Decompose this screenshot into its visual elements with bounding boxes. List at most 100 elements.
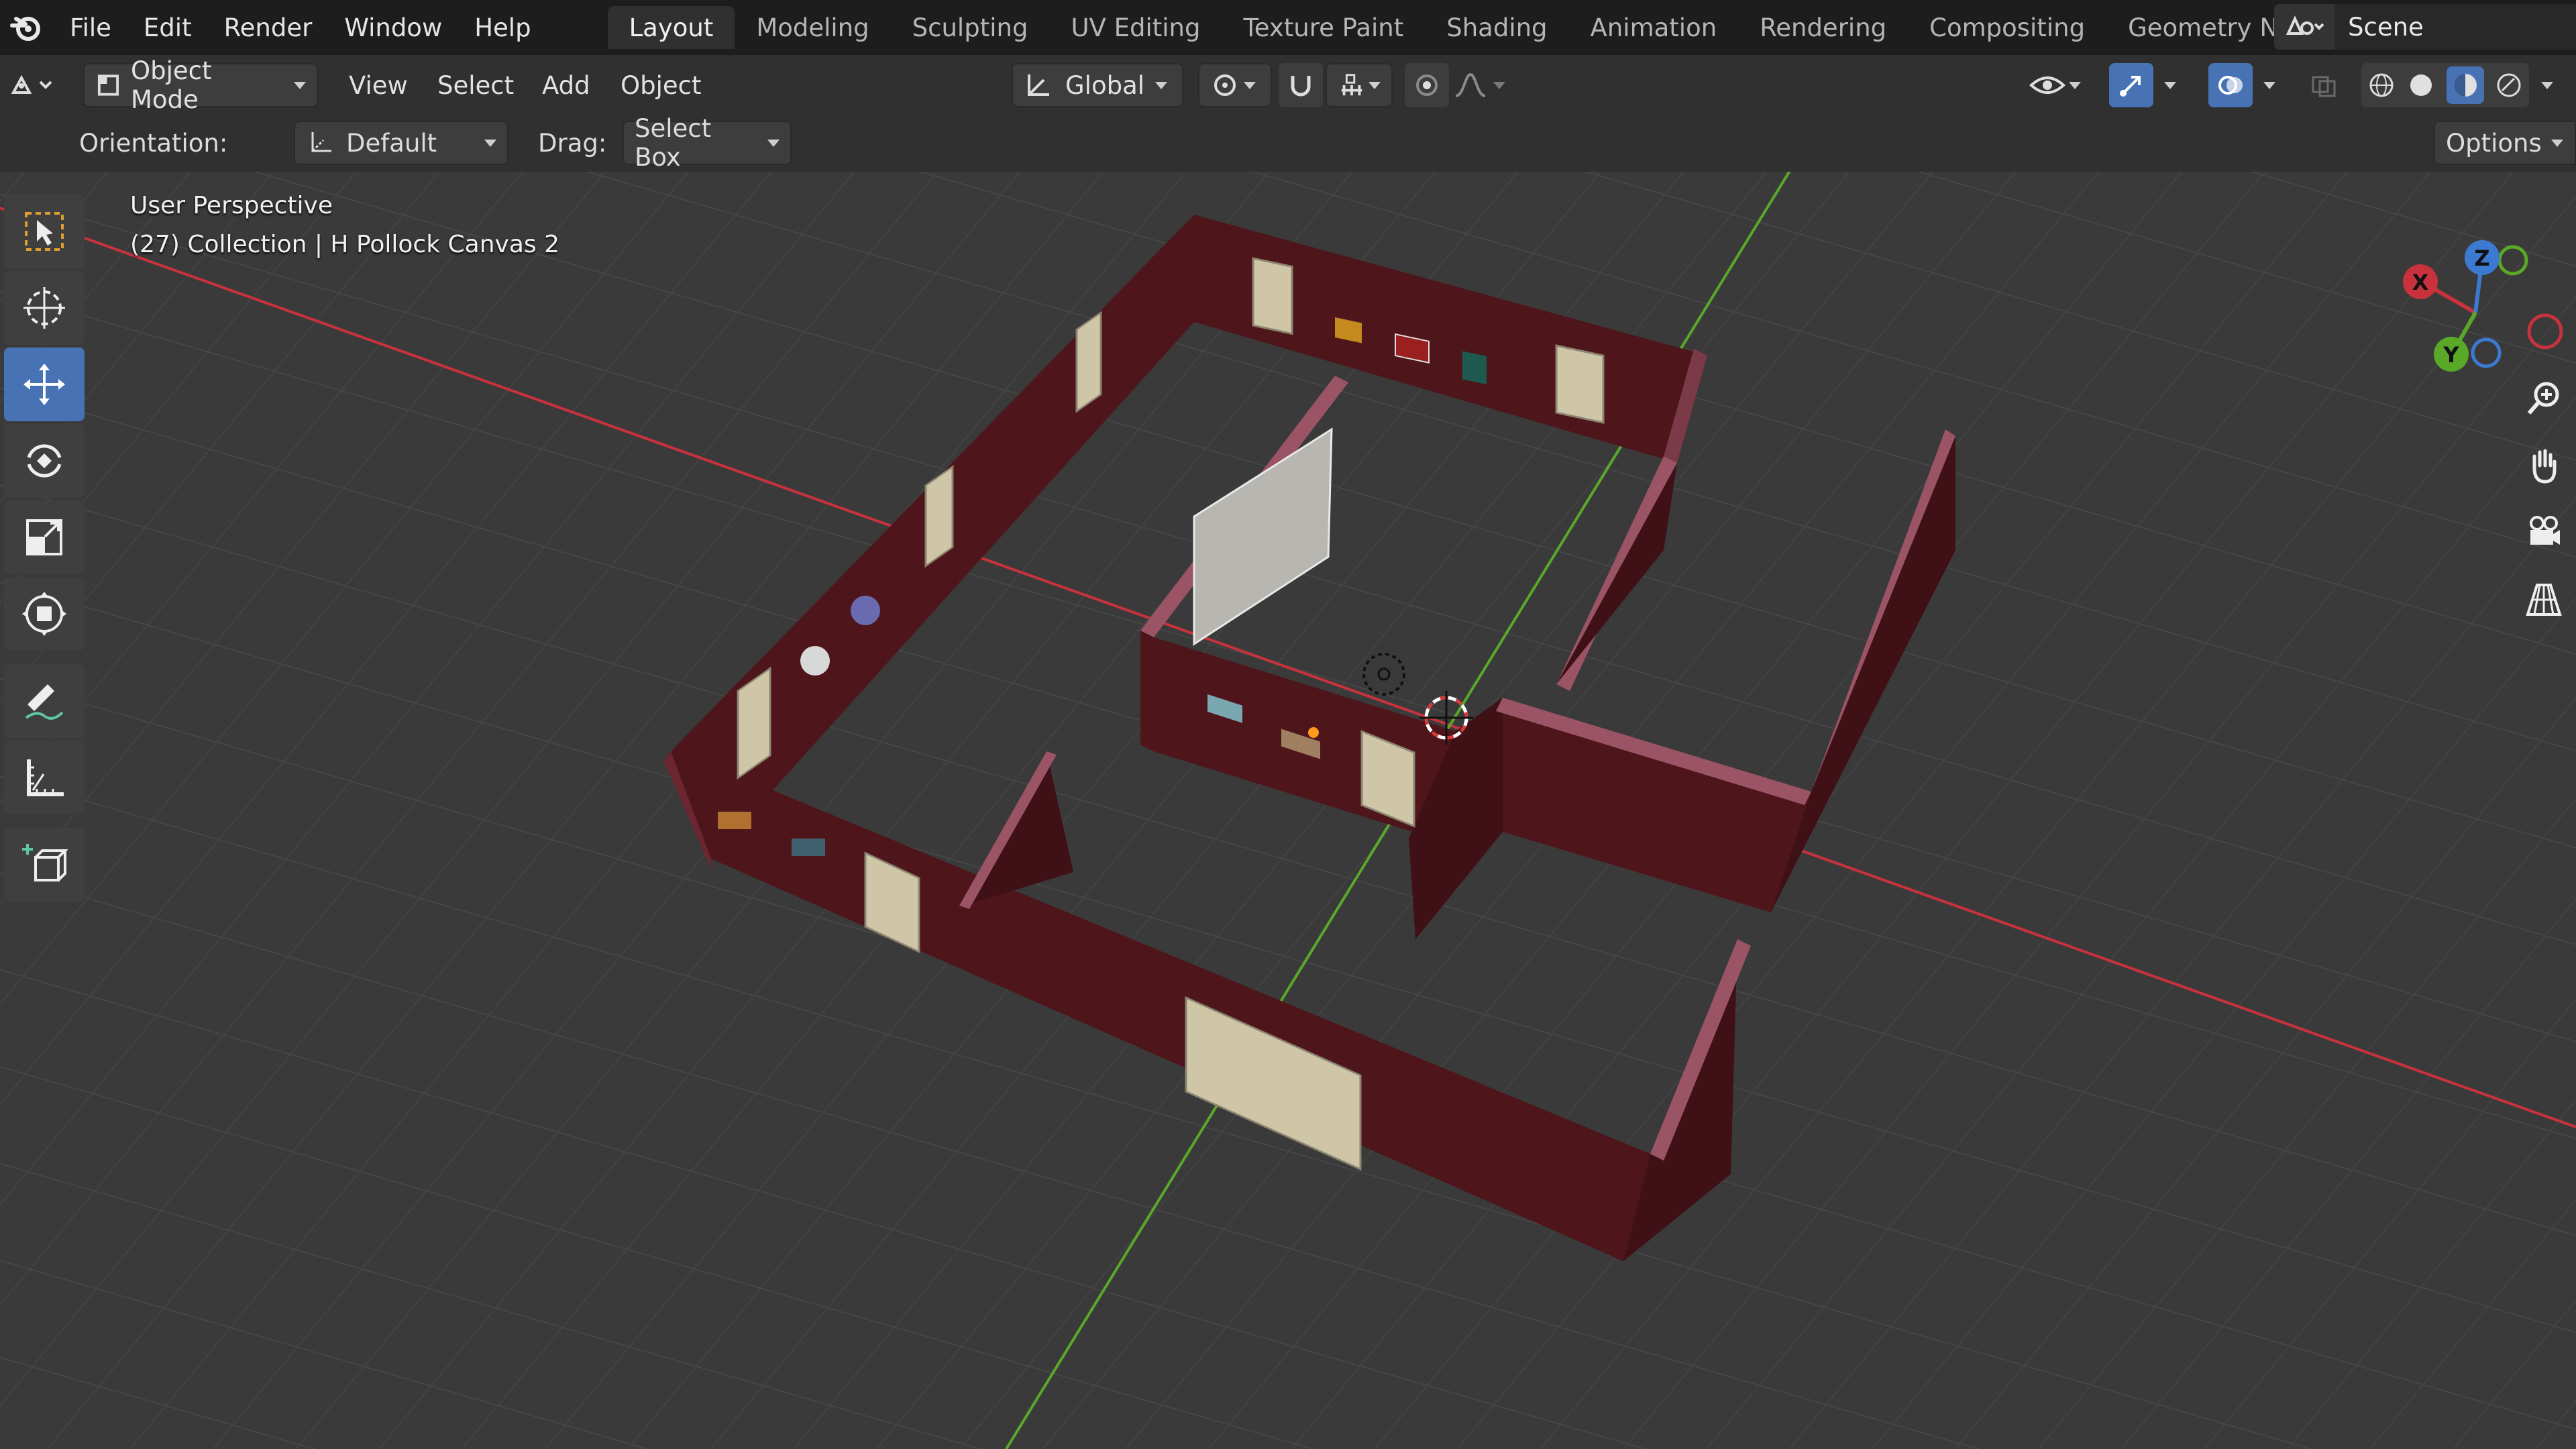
drag-label: Drag:	[538, 128, 607, 158]
annotate-tool[interactable]	[4, 664, 85, 738]
menu-file[interactable]: File	[54, 7, 127, 48]
tab-texture-paint[interactable]: Texture Paint	[1222, 6, 1425, 49]
chevron-down-icon	[2551, 139, 2563, 147]
cursor-icon	[23, 287, 65, 329]
falloff-curve-icon	[1455, 72, 1486, 97]
orientation-value: Default	[346, 128, 437, 158]
material-preview-shading-icon[interactable]	[2446, 66, 2484, 104]
overlays-icon	[2218, 76, 2243, 95]
cursor-tool[interactable]	[4, 271, 85, 345]
object-mode-icon	[97, 74, 119, 96]
tab-uv-editing[interactable]: UV Editing	[1049, 6, 1222, 49]
grid-perspective-icon	[2526, 584, 2562, 616]
overlays-toggle[interactable]	[2208, 63, 2253, 107]
add-cube-icon	[22, 844, 68, 881]
move-tool[interactable]	[4, 347, 85, 421]
scene-name[interactable]: Scene	[2334, 13, 2424, 42]
snap-target-dropdown[interactable]	[1326, 63, 1393, 107]
svg-text:X: X	[2412, 270, 2429, 295]
eye-icon	[2029, 76, 2065, 94]
svg-text:Z: Z	[2474, 246, 2489, 271]
menu-window[interactable]: Window	[328, 7, 458, 48]
visibility-dropdown[interactable]	[2029, 63, 2096, 107]
gizmo-dropdown[interactable]	[2157, 63, 2187, 107]
rotate-tool[interactable]	[4, 424, 85, 498]
xray-icon	[2312, 76, 2336, 97]
mode-label: Object Mode	[130, 56, 212, 114]
ruler-icon	[27, 759, 64, 796]
tab-shading[interactable]: Shading	[1425, 6, 1568, 49]
xray-toggle[interactable]	[2309, 63, 2349, 107]
chevron-down-icon	[484, 139, 496, 147]
proportional-editing-toggle[interactable]	[1405, 63, 1449, 107]
proportional-falloff-dropdown[interactable]	[1453, 63, 1513, 107]
drag-value: Select Box	[635, 114, 712, 172]
transform-tool[interactable]	[4, 577, 85, 651]
gizmo-icon	[2120, 76, 2141, 97]
viewport-3d[interactable]: User Perspective (27) Collection | H Pol…	[0, 172, 2576, 1449]
gizmo-toggle[interactable]	[2109, 63, 2153, 107]
view-name-label: User Perspective	[130, 192, 333, 219]
gizmo-neg-x[interactable]	[2527, 313, 2563, 350]
move-arrows-icon	[23, 364, 65, 405]
chevron-down-icon	[1368, 81, 1381, 89]
floor-grid	[0, 172, 2576, 1449]
editor-type-button[interactable]	[7, 63, 60, 107]
workspace-tabs: Layout Modeling Sculpting UV Editing Tex…	[607, 0, 2386, 55]
pan-button[interactable]	[2516, 437, 2572, 494]
view-menu[interactable]: View	[349, 63, 408, 107]
tab-layout[interactable]: Layout	[607, 6, 735, 49]
object-menu[interactable]: Object	[621, 63, 702, 107]
viewport-scene[interactable]	[0, 172, 2576, 1449]
menu-render[interactable]: Render	[208, 7, 329, 48]
rendered-shading-icon[interactable]	[2494, 70, 2524, 100]
scale-tool[interactable]	[4, 500, 85, 574]
solid-shading-icon[interactable]	[2406, 70, 2436, 100]
pencil-icon	[25, 684, 64, 720]
chevron-down-icon	[1155, 81, 1168, 89]
options-dropdown[interactable]: Options	[2434, 121, 2576, 165]
orientation-dropdown[interactable]: Default	[294, 121, 508, 165]
tab-sculpting[interactable]: Sculpting	[891, 6, 1050, 49]
blender-logo-icon[interactable]	[7, 8, 46, 47]
collection-info-label: (27) Collection | H Pollock Canvas 2	[130, 231, 559, 258]
snap-increment-icon	[1341, 74, 1362, 96]
options-label: Options	[2446, 128, 2542, 158]
drag-dropdown[interactable]: Select Box	[623, 114, 792, 172]
menu-edit[interactable]: Edit	[127, 7, 208, 48]
tool-shelf	[4, 195, 90, 904]
editor-type-icon	[11, 74, 52, 94]
magnet-icon	[1291, 76, 1311, 97]
origin-point	[1308, 727, 1319, 738]
add-menu[interactable]: Add	[542, 63, 590, 107]
tool-settings-bar: Orientation: Default Drag: Select Box Op…	[0, 114, 2576, 172]
overlays-dropdown[interactable]	[2257, 63, 2286, 107]
zoom-button[interactable]	[2516, 370, 2572, 427]
menu-help[interactable]: Help	[458, 7, 547, 48]
snap-toggle[interactable]	[1279, 63, 1323, 107]
select-box-tool[interactable]	[4, 195, 85, 268]
wireframe-shading-icon[interactable]	[2367, 70, 2396, 100]
mode-dropdown[interactable]: Object Mode	[83, 56, 318, 114]
tab-rendering[interactable]: Rendering	[1738, 6, 1908, 49]
select-menu[interactable]: Select	[437, 63, 514, 107]
chevron-down-icon	[1244, 81, 1256, 89]
add-cube-tool[interactable]	[4, 828, 85, 902]
transform-orientation-dropdown[interactable]: Global	[1012, 63, 1183, 107]
pivot-point-dropdown[interactable]	[1198, 63, 1272, 107]
navigation-gizmo[interactable]: X Z Y	[2388, 199, 2563, 373]
gizmo-neg-z[interactable]	[2471, 337, 2502, 368]
scene-icon[interactable]	[2274, 4, 2334, 50]
chevron-down-icon	[2164, 81, 2176, 89]
scene-selector[interactable]: Scene	[2274, 4, 2576, 50]
perspective-toggle-button[interactable]	[2516, 572, 2572, 628]
measure-tool[interactable]	[4, 741, 85, 814]
tab-compositing[interactable]: Compositing	[1908, 6, 2106, 49]
transform-icon	[22, 592, 66, 636]
tab-animation[interactable]: Animation	[1569, 6, 1739, 49]
camera-view-button[interactable]	[2516, 504, 2572, 561]
gizmo-neg-y[interactable]	[2498, 245, 2528, 276]
shading-dropdown[interactable]	[2536, 63, 2565, 107]
tab-modeling[interactable]: Modeling	[735, 6, 890, 49]
hand-icon	[2532, 449, 2557, 484]
